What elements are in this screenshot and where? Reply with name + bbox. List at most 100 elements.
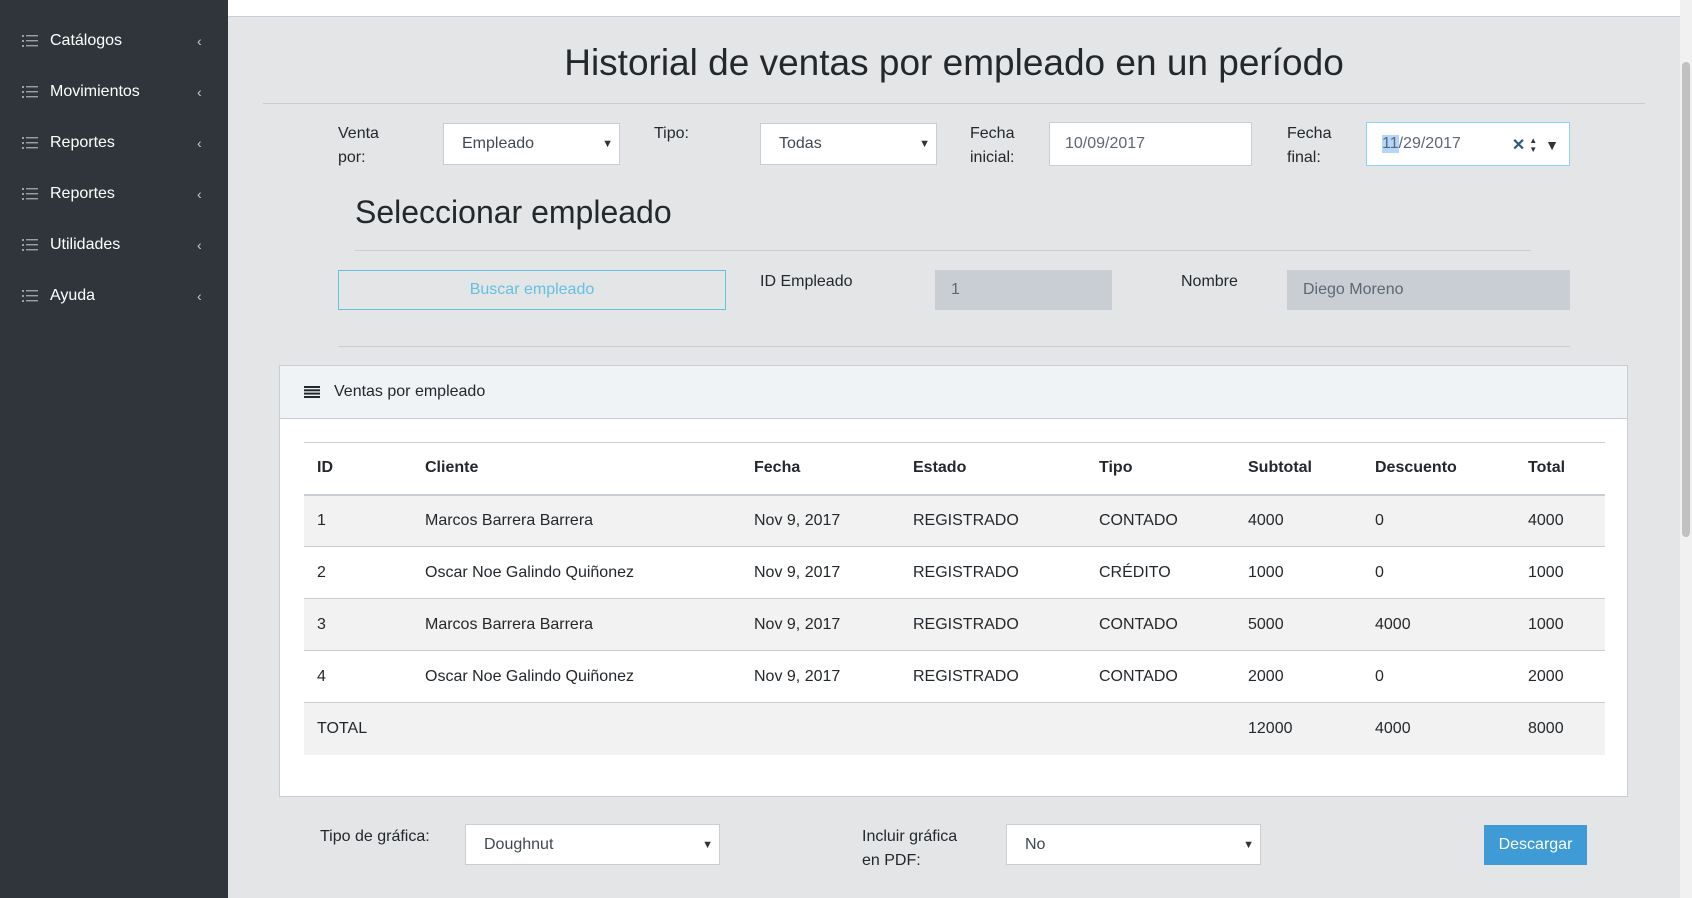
tipo-value: Todas (779, 135, 822, 152)
scrollbar-thumb[interactable] (1682, 62, 1690, 537)
descargar-button[interactable]: Descargar (1484, 825, 1587, 865)
table-cell: 3 (304, 598, 412, 651)
venta-por-value: Empleado (462, 135, 535, 152)
venta-por-label-line2: por: (338, 149, 366, 166)
column-header[interactable]: Total (1515, 442, 1605, 496)
table-cell: Nov 9, 2017 (741, 494, 900, 547)
column-header[interactable]: Estado (900, 442, 1086, 496)
table-cell: Nov 9, 2017 (741, 598, 900, 651)
tipo-grafica-select[interactable]: Doughnut ▼ (465, 824, 720, 865)
table-cell: CRÉDITO (1086, 546, 1235, 599)
table-cell: 4 (304, 650, 412, 703)
sidebar-item-label: Utilidades (50, 236, 121, 253)
sidebar-item-catalogos[interactable]: Catálogos ‹ (0, 21, 228, 61)
fecha-inicial-label: Fecha inicial: (970, 122, 1014, 170)
buscar-empleado-button[interactable]: Buscar empleado (338, 270, 726, 310)
column-header[interactable]: Descuento (1362, 442, 1515, 496)
table-cell: 1000 (1515, 598, 1605, 651)
id-empleado-field: 1 (935, 270, 1112, 310)
table-header-row: ID Cliente Fecha Estado Tipo Subtotal De… (304, 442, 1605, 496)
fecha-final-input[interactable]: 11/29/2017 ✕ ▲ ▼ ▼ (1366, 122, 1570, 166)
list-icon (22, 188, 38, 200)
table-cell: CONTADO (1086, 598, 1235, 651)
chevron-left-icon: ‹ (197, 33, 202, 49)
table-cell: 2000 (1515, 650, 1605, 703)
table-cell: REGISTRADO (900, 494, 1086, 547)
table-cell: 8000 (1515, 702, 1605, 755)
table-row[interactable]: 3 Marcos Barrera Barrera Nov 9, 2017 REG… (304, 598, 1605, 651)
table-cell: REGISTRADO (900, 546, 1086, 599)
column-header[interactable]: Subtotal (1235, 442, 1362, 496)
table-cell: REGISTRADO (900, 598, 1086, 651)
section-title: Seleccionar empleado (355, 194, 672, 230)
divider (263, 103, 1645, 104)
chevron-left-icon: ‹ (197, 288, 202, 304)
table-cell: CONTADO (1086, 650, 1235, 703)
scrollbar[interactable] (1680, 0, 1692, 898)
tipo-select[interactable]: Todas ▼ (760, 123, 937, 165)
table-cell: 0 (1362, 546, 1515, 599)
divider (338, 346, 1570, 347)
sidebar-item-reportes-2[interactable]: Reportes ‹ (0, 174, 228, 214)
table-cell: Marcos Barrera Barrera (412, 494, 741, 547)
card-header: Ventas por empleado (280, 366, 1627, 419)
table-cell: CONTADO (1086, 494, 1235, 547)
fecha-final-label: Fecha final: (1287, 122, 1331, 170)
sidebar-item-label: Catálogos (50, 32, 123, 49)
table-cell (1086, 702, 1235, 755)
incluir-grafica-value: No (1025, 835, 1046, 853)
table-cell: 2 (304, 546, 412, 599)
table-cell (741, 702, 900, 755)
nombre-label: Nombre (1181, 273, 1238, 290)
table-cell: 0 (1362, 494, 1515, 547)
fecha-inicial-input[interactable]: 10/09/2017 (1049, 122, 1252, 166)
fecha-inicial-label-line2: inicial: (970, 149, 1015, 166)
sidebar-item-utilidades[interactable]: Utilidades ‹ (0, 225, 228, 265)
clear-icon[interactable]: ✕ (1512, 135, 1525, 155)
table-cell: Nov 9, 2017 (741, 650, 900, 703)
chevron-left-icon: ‹ (197, 186, 202, 202)
page-title: Historial de ventas por empleado en un p… (564, 42, 1344, 83)
sidebar-item-label: Ayuda (50, 287, 96, 304)
sidebar-item-movimientos[interactable]: Movimientos ‹ (0, 72, 228, 112)
table-row[interactable]: 1 Marcos Barrera Barrera Nov 9, 2017 REG… (304, 494, 1605, 547)
table-cell: Oscar Noe Galindo Quiñonez (412, 546, 741, 599)
table-row[interactable]: 2 Oscar Noe Galindo Quiñonez Nov 9, 2017… (304, 546, 1605, 599)
table-row[interactable]: 4 Oscar Noe Galindo Quiñonez Nov 9, 2017… (304, 650, 1605, 703)
list-icon (22, 86, 38, 98)
spinner-icon[interactable]: ▲ ▼ (1529, 136, 1537, 154)
fecha-final-label-line1: Fecha (1287, 125, 1332, 142)
table-cell (412, 702, 741, 755)
list-icon (22, 290, 38, 302)
column-header[interactable]: Fecha (741, 442, 900, 496)
table-cell: 4000 (1362, 702, 1515, 755)
table-cell: 1000 (1235, 546, 1362, 599)
caret-down-icon: ▼ (919, 138, 930, 150)
ventas-table: ID Cliente Fecha Estado Tipo Subtotal De… (304, 442, 1605, 755)
caret-down-icon: ▼ (602, 138, 613, 150)
sidebar-item-label: Reportes (50, 185, 115, 202)
table-cell: TOTAL (304, 702, 412, 755)
venta-por-label: Venta por: (338, 122, 379, 170)
tipo-grafica-label: Tipo de gráfica: (320, 828, 430, 845)
sidebar-item-ayuda[interactable]: Ayuda ‹ (0, 276, 228, 316)
sidebar-item-reportes[interactable]: Reportes ‹ (0, 123, 228, 163)
venta-por-select[interactable]: Empleado ▼ (443, 123, 620, 165)
table-cell: 4000 (1515, 494, 1605, 547)
incluir-grafica-label-line2: en PDF: (862, 852, 921, 869)
fecha-final-label-line2: final: (1287, 149, 1321, 166)
incluir-grafica-label: Incluir gráfica en PDF: (862, 825, 957, 873)
table-cell: 4000 (1235, 494, 1362, 547)
table-cell (900, 702, 1086, 755)
column-header[interactable]: Cliente (412, 442, 741, 496)
dropdown-arrow-icon[interactable]: ▼ (1545, 137, 1559, 153)
column-header[interactable]: ID (304, 442, 412, 496)
incluir-grafica-select[interactable]: No ▼ (1006, 824, 1261, 865)
chevron-left-icon: ‹ (197, 237, 202, 253)
table-cell: Marcos Barrera Barrera (412, 598, 741, 651)
sidebar: Catálogos ‹ Movimientos ‹ Reportes ‹ Rep… (0, 0, 228, 898)
divider (355, 250, 1531, 251)
sidebar-item-label: Movimientos (50, 83, 140, 100)
sidebar-item-label: Reportes (50, 134, 115, 151)
column-header[interactable]: Tipo (1086, 442, 1235, 496)
